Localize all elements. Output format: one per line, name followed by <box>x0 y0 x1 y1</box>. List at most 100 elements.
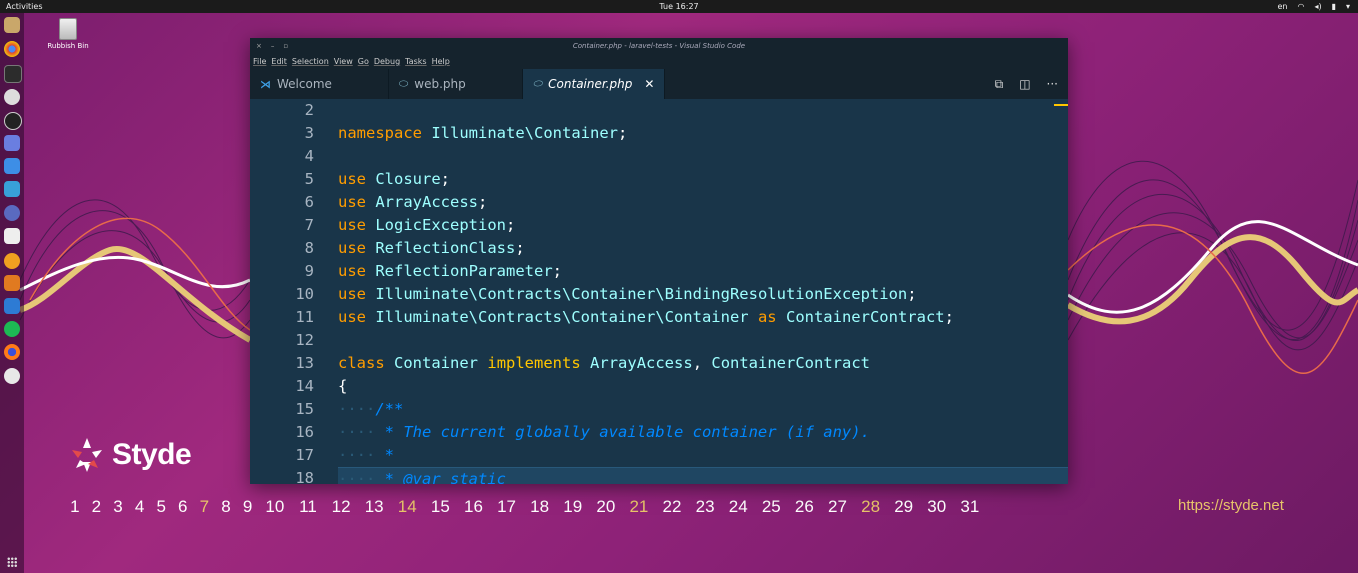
close-window-icon[interactable]: × <box>256 38 262 55</box>
split-editor-icon[interactable]: ◫ <box>1019 77 1030 91</box>
app-icon[interactable] <box>4 181 20 197</box>
line-number: 12 <box>295 331 314 349</box>
system-tray[interactable]: en ◠ ◂) ▮ ▾ <box>1277 0 1350 13</box>
tab-web-php[interactable]: ⬭ web.php <box>389 69 523 99</box>
code-token: ContainerContract <box>711 354 870 372</box>
code-token: ; <box>617 124 628 142</box>
volume-icon[interactable]: ◂) <box>1314 0 1321 13</box>
trash-icon <box>59 18 77 40</box>
line-number: 15 <box>295 400 314 418</box>
code-token: Illuminate\Contracts\Container\Container <box>375 308 749 326</box>
terminal-app-icon[interactable] <box>4 65 22 83</box>
tab-label: Container.php <box>548 77 633 91</box>
line-number: 10 <box>295 285 314 303</box>
menu-tasks[interactable]: Tasks <box>405 55 426 69</box>
language-indicator[interactable]: en <box>1277 0 1287 13</box>
close-tab-icon[interactable]: ✕ <box>644 77 654 91</box>
line-number: 2 <box>304 101 314 119</box>
maximize-window-icon[interactable]: ▫ <box>283 38 288 55</box>
code-line[interactable] <box>338 329 1068 352</box>
code-line[interactable]: { <box>338 375 1068 398</box>
calendar-day: 8 <box>221 497 231 516</box>
obs-app-icon[interactable] <box>4 112 22 130</box>
code-token: * <box>375 446 394 464</box>
tab-container-php[interactable]: ⬭ Container.php ✕ <box>522 69 666 101</box>
dropbox-app-icon[interactable] <box>4 158 20 174</box>
more-actions-icon[interactable]: ··· <box>1047 77 1058 91</box>
code-token: ···· <box>338 470 376 484</box>
code-token: Container <box>394 354 479 372</box>
code-line[interactable]: use LogicException; <box>338 214 1068 237</box>
app-icon[interactable] <box>4 135 20 151</box>
menu-selection[interactable]: Selection <box>292 55 329 69</box>
battery-icon[interactable]: ▮ <box>1332 0 1336 13</box>
menu-edit[interactable]: Edit <box>271 55 287 69</box>
calendar-day: 4 <box>134 497 145 516</box>
code-editor[interactable]: 2 3 4 5 6 7 8 9 10 11 12 13 14 15 16 17 18 namespace Ill… <box>250 99 1068 484</box>
calendar-day: 25 <box>761 497 781 516</box>
calendar-day: 5 <box>156 497 166 516</box>
menu-debug[interactable]: Debug <box>374 55 400 69</box>
code-line[interactable]: use ArrayAccess; <box>338 191 1068 214</box>
calendar-day: 26 <box>794 497 814 516</box>
app-icon[interactable] <box>4 205 20 221</box>
clock[interactable]: Tue 16:27 <box>0 0 1358 13</box>
calendar-day: 27 <box>828 497 847 516</box>
code-line[interactable]: use ReflectionClass; <box>338 237 1068 260</box>
menu-view[interactable]: View <box>334 55 353 69</box>
site-url: https://styde.net <box>1178 497 1284 514</box>
wifi-icon[interactable]: ◠ <box>1297 0 1304 13</box>
chrome-app-icon[interactable] <box>4 41 20 57</box>
chevron-down-icon[interactable]: ▾ <box>1346 0 1350 13</box>
calendar-day: 6 <box>178 497 188 516</box>
menu-file[interactable]: File <box>253 55 266 69</box>
calendar-day: 20 <box>596 497 616 516</box>
open-changes-icon[interactable]: ⧉ <box>995 77 1004 92</box>
menu-go[interactable]: Go <box>358 55 369 69</box>
show-apps-icon[interactable] <box>7 557 17 567</box>
minimize-window-icon[interactable]: – <box>271 38 275 55</box>
code-line[interactable] <box>338 145 1068 168</box>
calendar-day: 22 <box>662 497 682 516</box>
line-number: 17 <box>295 446 314 464</box>
code-token: ReflectionParameter <box>375 262 553 280</box>
code-line[interactable]: use ReflectionParameter; <box>338 260 1068 283</box>
window-titlebar[interactable]: × – ▫ Container.php - laravel-tests - Vi… <box>250 38 1068 55</box>
code-line[interactable]: ····/** <box>338 398 1068 421</box>
spotify-app-icon[interactable] <box>4 321 20 337</box>
calendar-day: 24 <box>728 497 748 516</box>
calendar-day: 21 <box>629 497 649 516</box>
line-number-gutter: 2 3 4 5 6 7 8 9 10 11 12 13 14 15 16 17 18 <box>250 99 314 484</box>
menu-help[interactable]: Help <box>432 55 450 69</box>
code-line[interactable]: class Container implements ArrayAccess, … <box>338 352 1068 375</box>
code-area[interactable]: namespace Illuminate\Container; use Clos… <box>338 99 1068 484</box>
tab-welcome[interactable]: ⋊ Welcome <box>250 69 389 99</box>
vscode-app-icon[interactable] <box>4 298 20 314</box>
vscode-icon: ⋊ <box>260 77 271 91</box>
code-line[interactable]: namespace Illuminate\Container; <box>338 122 1068 145</box>
lock-app-icon[interactable] <box>4 253 20 269</box>
files-app-icon[interactable] <box>4 17 20 33</box>
trash-desktop-icon[interactable]: Rubbish Bin <box>46 18 90 50</box>
calendar-day: 13 <box>364 497 384 516</box>
code-line[interactable]: use Closure; <box>338 168 1068 191</box>
calendar-day: 2 <box>91 497 102 516</box>
code-token: , <box>692 354 712 372</box>
app-icon[interactable] <box>4 228 20 244</box>
code-line[interactable]: ···· * The current globally available co… <box>338 421 1068 444</box>
settings-app-icon[interactable] <box>4 368 20 384</box>
code-line[interactable]: ···· * <box>338 444 1068 467</box>
code-line[interactable] <box>338 99 1068 122</box>
code-token: * The current globally available contain… <box>375 423 870 441</box>
code-line[interactable]: use Illuminate\Contracts\Container\Bindi… <box>338 283 1068 306</box>
window-title: Container.php - laravel-tests - Visual S… <box>572 42 746 50</box>
app-icon[interactable] <box>4 89 20 105</box>
code-line[interactable]: use Illuminate\Contracts\Container\Conta… <box>338 306 1068 329</box>
styde-wordmark: Styde <box>112 438 192 471</box>
code-line[interactable]: ···· * @var static <box>338 467 1068 484</box>
firefox-app-icon[interactable] <box>4 344 20 360</box>
sublime-app-icon[interactable] <box>4 275 20 291</box>
